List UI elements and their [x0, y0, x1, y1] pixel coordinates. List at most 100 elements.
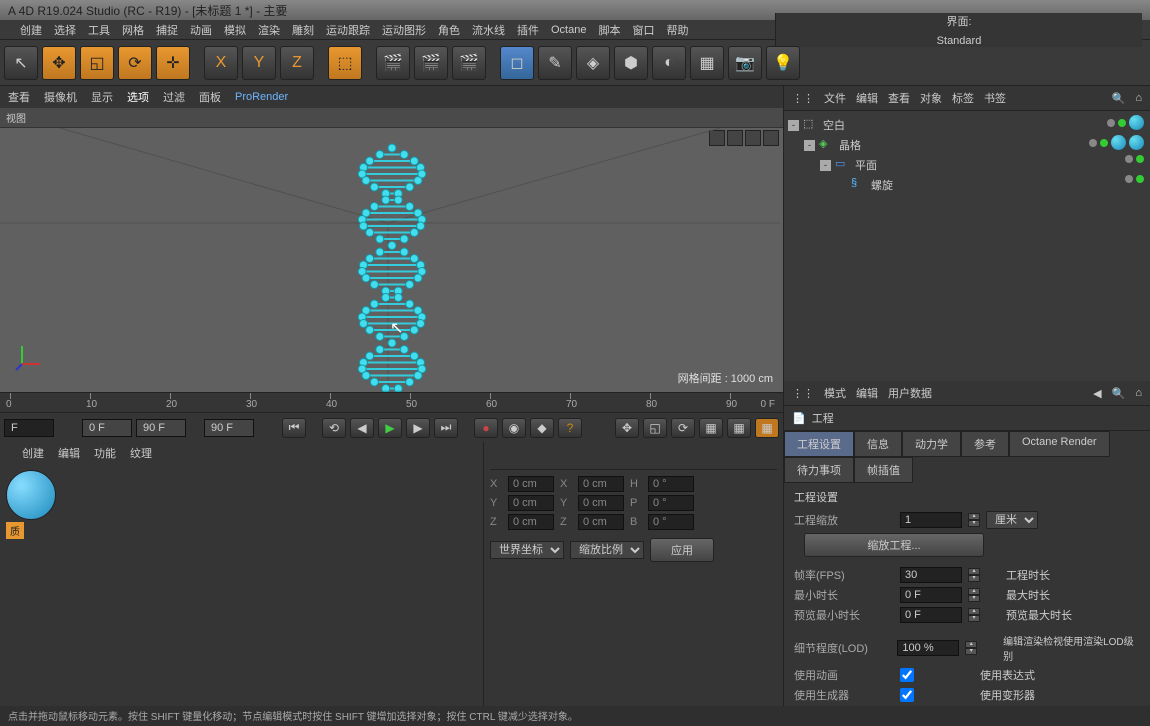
material-tag-icon[interactable]: [1129, 135, 1144, 150]
spin-up[interactable]: ▴: [968, 568, 980, 575]
menu-item[interactable]: 运动跟踪: [326, 22, 370, 38]
loop-icon[interactable]: ⟲: [322, 418, 346, 438]
tl-opt-icon[interactable]: ⟳: [671, 418, 695, 438]
tl-opt-icon[interactable]: ◱: [643, 418, 667, 438]
deformer-icon[interactable]: ◐: [652, 46, 686, 80]
spin-down[interactable]: ▾: [968, 595, 980, 602]
time-start-field[interactable]: 0 F: [82, 419, 132, 437]
menu-item[interactable]: 雕刻: [292, 22, 314, 38]
tl-opt-icon[interactable]: ▦: [727, 418, 751, 438]
spin-up[interactable]: ▴: [965, 641, 977, 648]
menu-item[interactable]: 网格: [122, 22, 144, 38]
coord-system-select[interactable]: 世界坐标: [490, 541, 564, 559]
layout-value[interactable]: Standard: [937, 35, 982, 47]
view-tab-prorender[interactable]: ProRender: [235, 91, 288, 103]
mat-tab[interactable]: 编辑: [58, 445, 80, 461]
time-current-field[interactable]: 90 F: [204, 419, 254, 437]
tl-opt-icon[interactable]: ✥: [615, 418, 639, 438]
menu-item[interactable]: 脚本: [598, 22, 620, 38]
next-frame-icon[interactable]: ▶: [406, 418, 430, 438]
usegen-checkbox[interactable]: [900, 688, 914, 702]
render-view-icon[interactable]: 🎬: [376, 46, 410, 80]
size-z-field[interactable]: [578, 514, 624, 530]
am-menu-icon[interactable]: ⋮⋮: [792, 387, 814, 400]
om-menu[interactable]: 文件: [824, 90, 846, 106]
menu-item[interactable]: 捕捉: [156, 22, 178, 38]
menu-item[interactable]: 动画: [190, 22, 212, 38]
search-icon[interactable]: 🔍: [1112, 387, 1126, 400]
pen-tool-icon[interactable]: ✎: [538, 46, 572, 80]
camera-icon[interactable]: 📷: [728, 46, 762, 80]
rot-b-field[interactable]: [648, 514, 694, 530]
om-menu[interactable]: 标签: [952, 90, 974, 106]
size-x-field[interactable]: [578, 476, 624, 492]
spin-up[interactable]: ▴: [968, 588, 980, 595]
om-menu[interactable]: 查看: [888, 90, 910, 106]
material-panel[interactable]: 质: [0, 464, 483, 706]
material-preview[interactable]: [6, 470, 56, 520]
lod-field[interactable]: [897, 640, 959, 656]
last-tool-icon[interactable]: ✛: [156, 46, 190, 80]
am-menu[interactable]: 模式: [824, 385, 846, 401]
prev-frame-icon[interactable]: ◀: [350, 418, 374, 438]
z-axis-icon[interactable]: Z: [280, 46, 314, 80]
spin-down[interactable]: ▾: [968, 575, 980, 582]
menu-item[interactable]: 流水线: [472, 22, 505, 38]
attr-tab[interactable]: 帧插值: [854, 457, 913, 483]
home-icon[interactable]: ⌂: [1135, 387, 1142, 399]
search-icon[interactable]: 🔍: [1112, 92, 1126, 105]
autokey-icon[interactable]: ◉: [502, 418, 526, 438]
view-tab[interactable]: 摄像机: [44, 89, 77, 105]
view-tab[interactable]: 过滤: [163, 89, 185, 105]
subdivision-icon[interactable]: ◈: [576, 46, 610, 80]
expand-icon[interactable]: -: [788, 120, 799, 131]
menu-item[interactable]: 帮助: [666, 22, 688, 38]
object-name[interactable]: 螺旋: [871, 177, 1146, 193]
move-tool-icon[interactable]: ✥: [42, 46, 76, 80]
object-row[interactable]: §螺旋: [788, 175, 1146, 195]
mat-tab[interactable]: 纹理: [130, 445, 152, 461]
menu-item[interactable]: 选择: [54, 22, 76, 38]
om-menu[interactable]: 对象: [920, 90, 942, 106]
menu-item[interactable]: 模拟: [224, 22, 246, 38]
material-tag-icon[interactable]: [1129, 115, 1144, 130]
play-icon[interactable]: ▶: [378, 418, 402, 438]
om-menu-icon[interactable]: ⋮⋮: [792, 92, 814, 105]
time-field[interactable]: F: [4, 419, 54, 437]
timeline-ruler[interactable]: 01020304050607080900 F: [0, 392, 783, 412]
view-tab[interactable]: 查看: [8, 89, 30, 105]
light-icon[interactable]: 💡: [766, 46, 800, 80]
menu-item[interactable]: 窗口: [632, 22, 654, 38]
render-region-icon[interactable]: 🎬: [414, 46, 448, 80]
cube-primitive-icon[interactable]: ◻: [500, 46, 534, 80]
spin-up[interactable]: ▴: [968, 513, 980, 520]
menu-item[interactable]: 角色: [438, 22, 460, 38]
keyframe-icon[interactable]: ◆: [530, 418, 554, 438]
attr-tab[interactable]: 参考: [961, 431, 1009, 457]
object-name[interactable]: 平面: [855, 157, 1146, 173]
spin-up[interactable]: ▴: [968, 608, 980, 615]
tl-opt-icon[interactable]: ▦: [699, 418, 723, 438]
om-menu[interactable]: 书签: [984, 90, 1006, 106]
time-end-field[interactable]: 90 F: [136, 419, 186, 437]
cloner-icon[interactable]: ⬢: [614, 46, 648, 80]
coord-system-icon[interactable]: ⬚: [328, 46, 362, 80]
rot-h-field[interactable]: [648, 476, 694, 492]
spin-down[interactable]: ▾: [965, 648, 977, 655]
scale-tool-icon[interactable]: ◱: [80, 46, 114, 80]
apply-button[interactable]: 应用: [650, 538, 714, 562]
pos-x-field[interactable]: [508, 476, 554, 492]
rot-p-field[interactable]: [648, 495, 694, 511]
attr-tab[interactable]: 工程设置: [784, 431, 854, 457]
menu-item[interactable]: Octane: [551, 24, 586, 36]
scale-project-button[interactable]: 缩放工程...: [804, 533, 984, 557]
render-settings-icon[interactable]: 🎬: [452, 46, 486, 80]
key-options-icon[interactable]: ?: [558, 418, 582, 438]
om-menu[interactable]: 编辑: [856, 90, 878, 106]
menu-item[interactable]: 工具: [88, 22, 110, 38]
nav-back-icon[interactable]: ◀: [1093, 387, 1101, 400]
goto-start-icon[interactable]: ⏮: [282, 418, 306, 438]
view-tab[interactable]: 显示: [91, 89, 113, 105]
attr-tab[interactable]: 待力事项: [784, 457, 854, 483]
environment-icon[interactable]: ▦: [690, 46, 724, 80]
